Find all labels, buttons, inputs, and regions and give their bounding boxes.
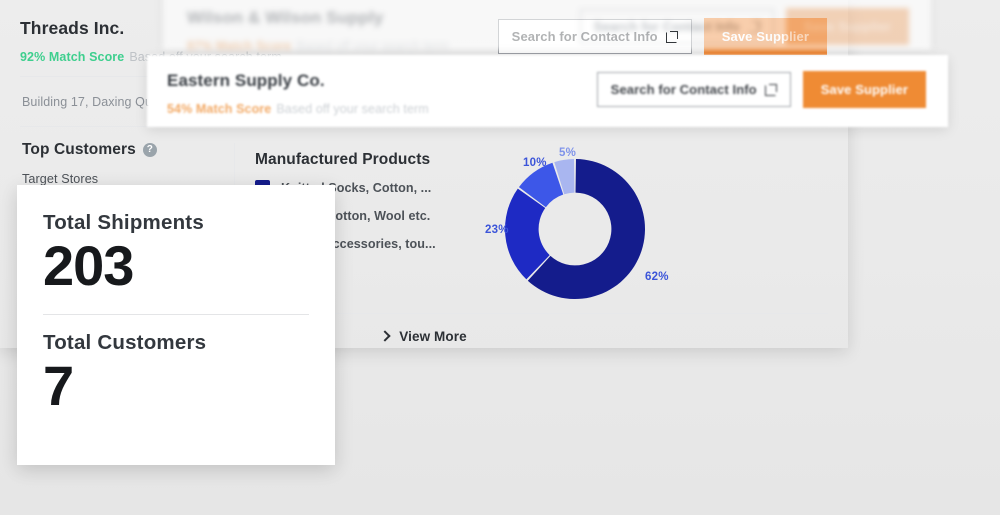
donut-label: 10%: [523, 157, 547, 169]
stats-divider: [43, 314, 309, 315]
help-icon[interactable]: ?: [142, 143, 157, 157]
search-contact-info-label: Search for Contact Info: [610, 82, 757, 97]
donut-label: 62%: [645, 271, 669, 283]
donut-label: 5%: [559, 147, 577, 159]
top-customers-title-row: Top Customers ?: [22, 141, 224, 159]
total-customers-value: 7: [43, 354, 74, 417]
save-supplier-button[interactable]: Save Supplier: [802, 71, 926, 108]
supplier-card-wilson[interactable]: Wilson & Wilson Supply 87% Match Score Ba…: [163, 0, 931, 53]
top-customers-title: Top Customers: [22, 141, 136, 158]
external-link-icon: [764, 83, 777, 96]
search-contact-info-button[interactable]: Search for Contact Info: [596, 72, 791, 107]
supplier-info-wilson: Wilson & Wilson Supply 87% Match Score Ba…: [187, 8, 449, 53]
match-basis: Based off your search term: [276, 102, 429, 116]
donut-label: 23%: [485, 224, 509, 236]
manufactured-products-donut-chart: 62% 23% 10% 5%: [479, 141, 679, 316]
external-link-icon: [747, 20, 760, 33]
supplier-actions-eastern: Search for Contact Info Save Supplier: [596, 71, 926, 108]
manufactured-products-title: Manufactured Products: [255, 151, 431, 168]
total-shipments-value: 203: [43, 234, 134, 297]
donut-svg: [505, 159, 645, 299]
match-score: 54% Match Score: [167, 102, 272, 116]
view-more-label: View More: [399, 328, 467, 344]
match-score: 87% Match Score: [187, 39, 292, 53]
view-more-button[interactable]: View More: [379, 328, 467, 344]
chevron-right-icon: [379, 330, 391, 342]
total-customers-block: Total Customers 7: [43, 331, 309, 417]
match-basis: Based off your search term: [296, 39, 449, 53]
supplier-info-eastern: Eastern Supply Co. 54% Match Score Based …: [167, 71, 429, 116]
stats-card: Total Shipments 203 Total Customers 7: [17, 185, 335, 465]
save-supplier-button[interactable]: Save Supplier: [785, 8, 909, 45]
supplier-match-line: 54% Match Score Based off your search ter…: [167, 102, 429, 116]
supplier-match-line: 87% Match Score Based off your search ter…: [187, 39, 449, 53]
match-score: 92% Match Score: [20, 50, 125, 64]
supplier-card-eastern[interactable]: Eastern Supply Co. 54% Match Score Based …: [147, 55, 948, 127]
supplier-actions-wilson: Search for Contact Info Save Supplier: [579, 8, 909, 45]
total-shipments-block: Total Shipments 203: [43, 211, 309, 297]
supplier-name: Eastern Supply Co.: [167, 71, 325, 90]
screenshot-stage: Wilson & Wilson Supply 87% Match Score Ba…: [0, 0, 1000, 515]
total-customers-label: Total Customers: [43, 331, 207, 354]
total-shipments-label: Total Shipments: [43, 211, 204, 234]
external-link-icon: [665, 30, 678, 43]
supplier-name: Wilson & Wilson Supply: [187, 8, 384, 27]
